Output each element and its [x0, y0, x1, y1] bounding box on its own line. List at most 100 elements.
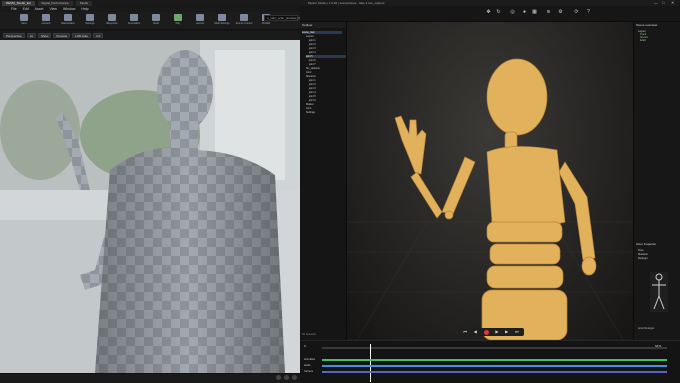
toolbar-settings-button[interactable]: Settings [80, 14, 100, 29]
toolbar-marketplace-button[interactable]: Marketplace [58, 14, 78, 29]
editor-tab[interactable]: Digital_Performance [37, 0, 73, 6]
animation-track[interactable] [322, 359, 667, 361]
outliner-item[interactable]: Layout [306, 35, 314, 38]
camera-track[interactable] [322, 371, 667, 373]
build-icon [152, 14, 160, 21]
outliner-item[interactable]: joint 3 [309, 87, 316, 90]
outliner-item[interactable]: joint 4 [309, 51, 316, 54]
editor-tab[interactable]: Studio [75, 0, 93, 6]
skeleton-preview [650, 272, 668, 312]
layout-tool-icon[interactable]: ▦ [532, 10, 537, 15]
record-tool-icon[interactable]: ● [522, 10, 527, 15]
blueprint-icon [108, 14, 116, 21]
menu-help[interactable]: Help [81, 7, 88, 11]
status-record-icon[interactable] [276, 375, 281, 380]
sync-icon[interactable]: ⟳ [574, 10, 579, 15]
actor-inspector-title: Actor Inspector [636, 242, 657, 246]
viewport-options-bar: Perspective Lit Show Preview LOD Auto 1.… [0, 31, 300, 40]
menu-edit[interactable]: Edit [23, 7, 29, 11]
editor-status-bar [0, 373, 300, 383]
wifi-icon[interactable]: ≋ [546, 10, 551, 15]
outliner-item[interactable]: Marker [306, 103, 314, 106]
toolbar-build-button[interactable]: Build [146, 14, 166, 29]
human-mannequin-scene [0, 40, 300, 373]
editor-toolbar: Save Content Marketplace Settings Bluepr… [0, 12, 300, 30]
scene-overview-row[interactable]: Actor [634, 39, 680, 42]
viewport-perspective-button[interactable]: Perspective [3, 33, 25, 38]
outliner-item[interactable]: joint 2 [309, 43, 316, 46]
outliner-item[interactable]: joint 2 [309, 83, 316, 86]
actor-inspector-row[interactable]: Skeleton [638, 253, 648, 256]
outliner-item[interactable]: joint 6 [309, 59, 316, 62]
wooden-mannequin-scene [347, 58, 633, 340]
timeline-panel: 0 5871 Animation Audio Camera [300, 340, 680, 383]
settings-icon[interactable]: ⚙ [558, 10, 563, 15]
outliner-item[interactable]: Skeleton [306, 75, 316, 78]
record-button[interactable] [483, 329, 489, 335]
step-forward-icon[interactable]: ▶ [505, 330, 508, 334]
track-label: Animation [304, 358, 316, 361]
play-icon[interactable]: ▶ [495, 330, 498, 334]
film-icon [130, 14, 138, 21]
level-search-input[interactable]: e_start_scan_prestige_0 [264, 15, 300, 21]
actor-inspector-row[interactable]: Pose [638, 249, 644, 252]
play-icon [174, 14, 182, 21]
outliner-item[interactable]: Settings [306, 111, 315, 114]
editor-tab[interactable]: DEMO_Studio_Ed [2, 0, 35, 6]
toolbar-save-button[interactable]: Save [14, 14, 34, 29]
toolbar-multi-button[interactable]: Multi Settings [212, 14, 232, 29]
viewport-scale-button[interactable]: 1.0 [93, 33, 104, 38]
outliner-item[interactable]: joint 1 [309, 39, 316, 42]
status-sync-icon[interactable] [284, 375, 289, 380]
actor-retarget-label: Actor Retarget [638, 327, 655, 330]
viewport-show-button[interactable]: Show [37, 33, 52, 38]
close-icon[interactable]: ✕ [671, 1, 674, 5]
rotate-tool-icon[interactable]: ↻ [496, 10, 501, 15]
outliner-item[interactable]: joint 7 [309, 63, 316, 66]
toolbar-blueprints-button[interactable]: Blueprints [102, 14, 122, 29]
menu-view[interactable]: View [49, 7, 57, 11]
viewport-lod-button[interactable]: LOD Auto [72, 33, 92, 38]
menu-window[interactable]: Window [63, 7, 75, 11]
viewport-preview-button[interactable]: Preview [53, 33, 71, 38]
outliner-item[interactable]: joint 4 [309, 91, 316, 94]
help-icon[interactable]: ? [586, 10, 591, 15]
gear-icon [86, 14, 94, 21]
menu-asset[interactable]: Asset [35, 7, 44, 11]
audio-track[interactable] [322, 365, 667, 367]
outliner-item[interactable]: joint 5 [309, 95, 316, 98]
toolbar-content-button[interactable]: Content [36, 14, 56, 29]
outliner-item[interactable]: Joint [306, 107, 311, 110]
toolbar-source-button[interactable]: Source Control [234, 14, 254, 29]
camera-tool-icon[interactable]: ◎ [510, 10, 515, 15]
playhead[interactable] [370, 344, 371, 382]
outliner-item[interactable]: joint 3 [309, 47, 316, 50]
toolbar-launch-button[interactable]: Launch [190, 14, 210, 29]
outliner-item[interactable]: joint 6 [309, 99, 316, 102]
menu-file[interactable]: File [11, 7, 17, 11]
skip-end-icon[interactable]: ⏭ [515, 330, 519, 334]
status-settings-icon[interactable] [292, 375, 297, 380]
toolbar-cinematics-button[interactable]: Cinematics [124, 14, 144, 29]
scene-viewport[interactable] [347, 22, 633, 340]
step-back-icon[interactable]: ◀ [474, 330, 477, 334]
actor-inspector-row[interactable]: Retarget [638, 257, 648, 260]
window-title: Motion Studio | 1.0.60 | scene/scene - t… [308, 1, 385, 5]
outliner-item[interactable]: Joint [306, 71, 311, 74]
outliner-item[interactable]: joint 1 [309, 79, 316, 82]
maximize-icon[interactable]: □ [662, 1, 664, 5]
level-viewport[interactable] [0, 40, 300, 373]
toolbar-play-button[interactable]: Play [168, 14, 188, 29]
skeleton-icon [652, 273, 666, 310]
skip-start-icon[interactable]: ⏮ [463, 330, 467, 334]
track-label: Camera [304, 370, 313, 373]
cart-icon [64, 14, 72, 21]
outliner-item[interactable]: scene_root [302, 31, 342, 34]
minimize-icon[interactable]: — [654, 1, 658, 5]
move-tool-icon[interactable]: ✥ [486, 10, 491, 15]
outliner-item[interactable]: joint 5 [306, 55, 346, 58]
viewport-lit-button[interactable]: Lit [26, 33, 36, 38]
outliner-item[interactable]: fbx_skeleton [306, 67, 320, 70]
timeline-ruler[interactable] [322, 347, 667, 349]
launch-icon [196, 14, 204, 21]
